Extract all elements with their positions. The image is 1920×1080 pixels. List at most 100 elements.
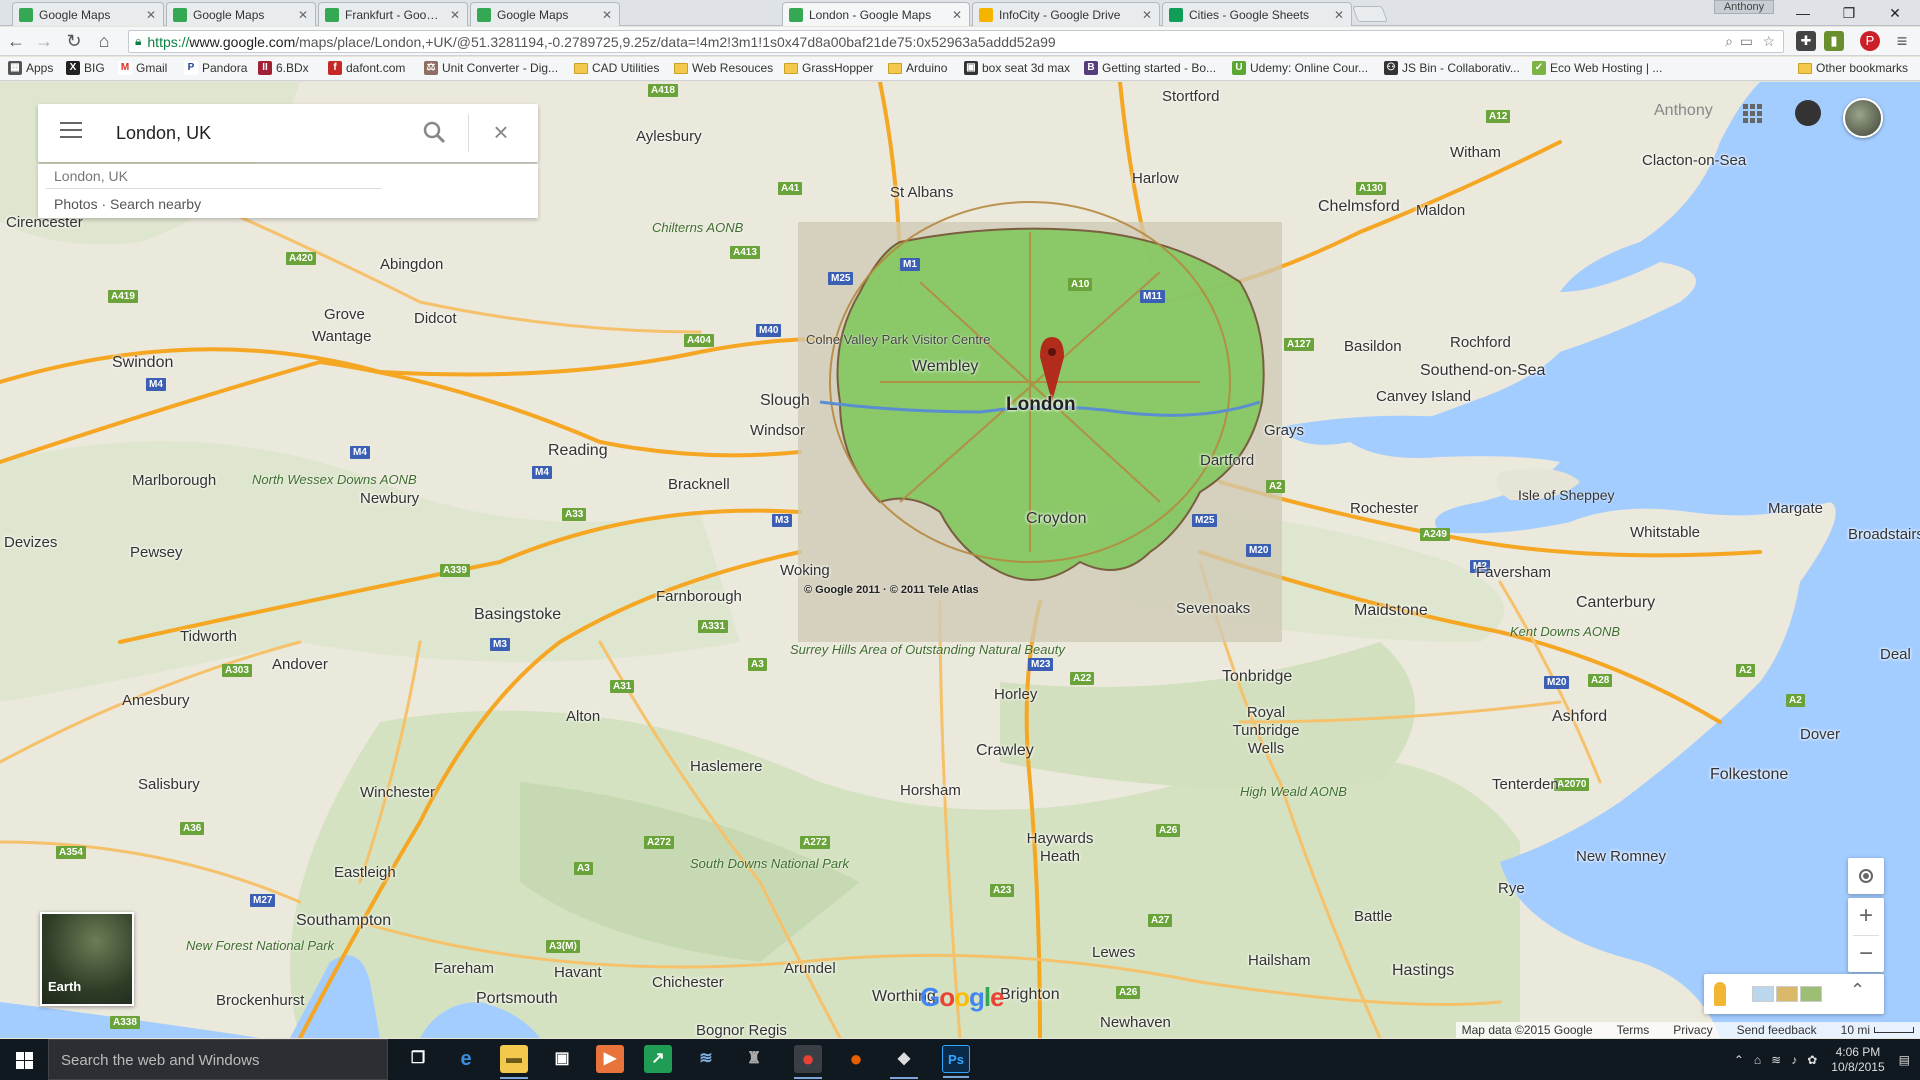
address-bar[interactable]: 🔒︎ https://www.google.com/maps/place/Lon… <box>128 30 1784 53</box>
bookmark-eco-hosting[interactable]: ✓ Eco Web Hosting | ... <box>1532 61 1662 75</box>
chrome-icon[interactable]: ● <box>794 1045 822 1079</box>
task-view-icon[interactable]: ❐ <box>404 1045 432 1073</box>
tab-close-icon[interactable]: ✕ <box>1333 8 1345 22</box>
bookmark-big[interactable]: X BIG <box>66 61 105 75</box>
chrome-menu-icon[interactable]: ≡ <box>1892 31 1912 51</box>
bookmark-star-icon[interactable]: ☆ <box>1762 31 1775 52</box>
search-icon[interactable] <box>420 118 450 148</box>
layer-thumb-transit[interactable] <box>1752 986 1774 1002</box>
search-suggestion[interactable]: London, UK Photos · Search nearby <box>38 164 538 218</box>
zoom-out-button[interactable]: − <box>1848 936 1884 973</box>
media-player-icon[interactable]: ▶ <box>596 1045 624 1073</box>
send-feedback-link[interactable]: Send feedback <box>1737 1023 1817 1037</box>
scale-label[interactable]: 10 mi <box>1841 1023 1870 1037</box>
bookmark-pandora[interactable]: P Pandora <box>184 61 247 75</box>
tab-2[interactable]: Frankfurt - Google Maps ✕ <box>318 2 468 26</box>
chevron-up-icon[interactable]: ⌃ <box>1734 1053 1744 1067</box>
place-label: Chelmsford <box>1318 198 1400 215</box>
bookmark-cad-utilities[interactable]: CAD Utilities <box>574 61 659 75</box>
bookmark-box-seat[interactable]: ▣ box seat 3d max <box>964 61 1070 75</box>
wifi-icon[interactable]: ≋ <box>1771 1053 1781 1067</box>
suggestion-links[interactable]: Photos · Search nearby <box>54 196 201 212</box>
windows-start-icon[interactable] <box>0 1039 48 1080</box>
chevron-up-icon[interactable]: ⌃ <box>1850 980 1865 1001</box>
zoom-indicator-icon[interactable]: ⌕ <box>1725 31 1733 52</box>
tab-close-icon[interactable]: ✕ <box>145 8 157 22</box>
bookmark-bootstrap[interactable]: B Getting started - Bo... <box>1084 61 1216 75</box>
app-tray-icon[interactable]: ✿ <box>1807 1053 1817 1067</box>
clock[interactable]: 4:06 PM 10/8/2015 <box>1831 1045 1884 1075</box>
profile-chip[interactable]: Anthony <box>1714 0 1774 14</box>
tab-close-icon[interactable]: ✕ <box>449 8 461 22</box>
tab-0[interactable]: Google Maps ✕ <box>12 2 164 26</box>
file-explorer-icon[interactable]: ▬ <box>500 1045 528 1079</box>
bookmark-web-resouces[interactable]: Web Resouces <box>674 61 773 75</box>
new-tab-button[interactable] <box>1352 6 1388 22</box>
tab-1[interactable]: Google Maps ✕ <box>166 2 316 26</box>
terms-link[interactable]: Terms <box>1617 1023 1650 1037</box>
place-label: Amesbury <box>122 692 190 709</box>
place-label: Ashford <box>1552 708 1608 725</box>
avatar[interactable] <box>1843 98 1883 138</box>
bookmark-arduino[interactable]: Arduino <box>888 61 947 75</box>
firefox-icon[interactable]: ● <box>842 1045 870 1073</box>
home-icon[interactable]: ⌂ <box>92 30 116 54</box>
layer-thumb-terrain[interactable] <box>1800 986 1822 1002</box>
bookmark-unit-converter[interactable]: ⚖ Unit Converter - Dig... <box>424 61 558 75</box>
notifications-bell-icon[interactable] <box>1795 100 1821 126</box>
bookmark-gmail[interactable]: M Gmail <box>118 61 167 75</box>
close-window-icon[interactable]: ✕ <box>1872 0 1918 26</box>
extension-evernote-icon[interactable]: ▮ <box>1824 31 1844 51</box>
volume-icon[interactable]: ♪ <box>1791 1053 1797 1067</box>
place-label: Slough <box>760 392 810 409</box>
extension-icon[interactable]: ✚ <box>1796 31 1816 51</box>
my-location-button[interactable] <box>1848 858 1884 894</box>
bookmark-apps[interactable]: ▦ Apps <box>8 61 53 75</box>
tab-5[interactable]: InfoCity - Google Drive ✕ <box>972 2 1160 26</box>
bookmark-grasshopper[interactable]: GrassHopper <box>784 61 873 75</box>
road-shield: M3 <box>772 514 792 527</box>
cortana-search-box[interactable]: Search the web and Windows <box>48 1039 388 1080</box>
layer-thumb-traffic[interactable] <box>1776 986 1798 1002</box>
tab-close-icon[interactable]: ✕ <box>297 8 309 22</box>
tab-3[interactable]: Google Maps ✕ <box>470 2 620 26</box>
zoom-in-button[interactable]: + <box>1848 898 1884 935</box>
bookmark-6bdx[interactable]: II 6.BDx <box>258 61 309 75</box>
photoshop-icon[interactable]: Ps <box>942 1045 970 1078</box>
apps-grid-icon[interactable] <box>1743 104 1763 124</box>
page-action-icon[interactable]: ▭ <box>1740 31 1753 52</box>
map-canvas[interactable]: A418 A41 A413 A420 A419 M25 M1 M11 A10 M… <box>0 82 1920 1038</box>
minimize-icon[interactable]: — <box>1780 0 1826 26</box>
pegman-icon[interactable] <box>1714 982 1726 1006</box>
tab-close-icon[interactable]: ✕ <box>1141 8 1153 22</box>
game-icon[interactable]: ♜ <box>740 1045 768 1073</box>
hamburger-menu-icon[interactable] <box>60 122 82 143</box>
other-bookmarks[interactable]: Other bookmarks <box>1798 61 1908 75</box>
account-name[interactable]: Anthony <box>1654 102 1713 120</box>
tab-6[interactable]: Cities - Google Sheets ✕ <box>1162 2 1352 26</box>
tab-close-icon[interactable]: ✕ <box>601 8 613 22</box>
network-app-icon[interactable]: ≋ <box>692 1045 720 1073</box>
store-icon[interactable]: ▣ <box>548 1045 576 1073</box>
earth-view-toggle[interactable]: Earth <box>40 912 134 1006</box>
bookmark-label: Getting started - Bo... <box>1102 61 1217 75</box>
bookmark-udemy[interactable]: U Udemy: Online Cour... <box>1232 61 1368 75</box>
forward-arrow-icon[interactable]: → <box>32 30 56 54</box>
pinterest-icon[interactable]: P <box>1860 31 1880 51</box>
reload-icon[interactable]: ↻ <box>62 30 86 54</box>
search-input[interactable] <box>116 120 416 146</box>
inkscape-icon[interactable]: ◆ <box>890 1045 918 1079</box>
close-icon[interactable]: × <box>486 118 516 148</box>
bookmark-jsbin[interactable]: ⚇ JS Bin - Collaborativ... <box>1384 61 1520 75</box>
privacy-link[interactable]: Privacy <box>1673 1023 1712 1037</box>
action-center-icon[interactable]: ▤ <box>1899 1053 1910 1067</box>
stock-app-icon[interactable]: ↗ <box>644 1045 672 1073</box>
suggestion-title: London, UK <box>54 168 128 184</box>
tab-active-london[interactable]: London - Google Maps ✕ <box>782 2 970 26</box>
network-icon[interactable]: ⌂ <box>1754 1053 1761 1067</box>
back-arrow-icon[interactable]: ← <box>4 30 28 54</box>
bookmark-dafont[interactable]: f dafont.com <box>328 61 405 75</box>
edge-icon[interactable]: e <box>452 1045 480 1073</box>
restore-icon[interactable]: ❐ <box>1826 0 1872 26</box>
tab-close-icon[interactable]: ✕ <box>951 8 963 22</box>
